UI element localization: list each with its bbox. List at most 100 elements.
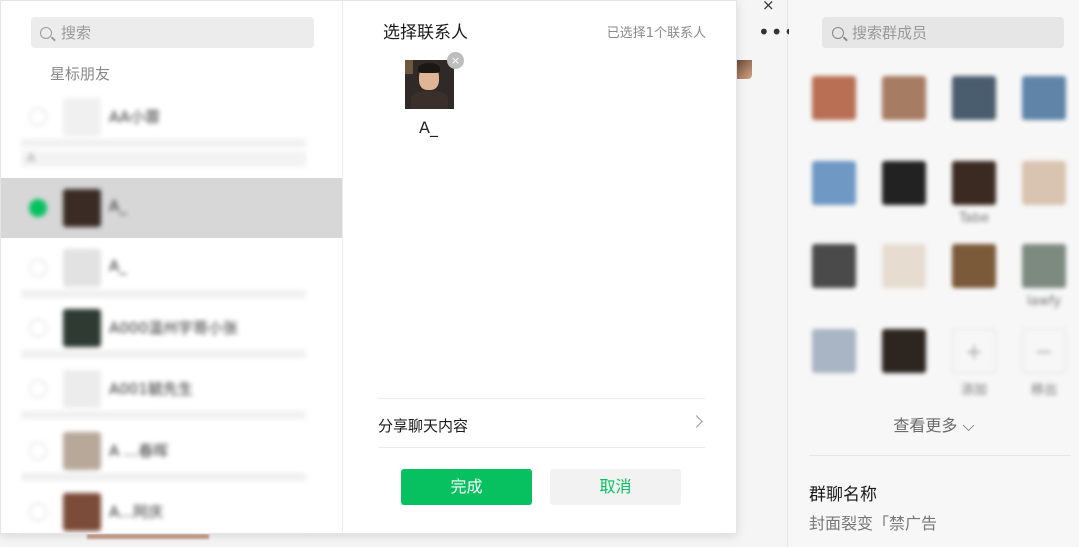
contact-name: A ...春晖: [109, 442, 169, 460]
contact-row[interactable]: A_: [1, 238, 342, 298]
contact-list-pane: 搜索 星标朋友 A AA小蓉 A_ A_ A000温州宇哥小张 A001毓先生 A ...…: [1, 1, 343, 533]
background-chat-window: × •••: [737, 0, 795, 547]
add-member-label: 添加: [960, 383, 987, 398]
contact-row[interactable]: AA小蓉: [1, 87, 342, 147]
chat-image-thumbnail: [737, 60, 752, 79]
avatar: [812, 329, 856, 373]
member-item[interactable]: lawfy: [1011, 240, 1077, 320]
avatar: [63, 493, 101, 531]
avatar: [812, 161, 856, 205]
avatar: [812, 76, 856, 120]
contact-row-content: AA小蓉: [21, 87, 306, 147]
avatar: [952, 76, 996, 120]
contact-row-content: A000温州宇哥小张: [21, 298, 306, 358]
member-item[interactable]: Tabe: [941, 157, 1007, 237]
search-icon: [832, 26, 844, 39]
contact-name: A...阿庆: [109, 503, 164, 521]
member-item[interactable]: [801, 325, 867, 405]
avatar: [952, 161, 996, 205]
avatar: [63, 432, 101, 470]
share-chat-content-row[interactable]: 分享聊天内容: [378, 398, 705, 448]
select-radio[interactable]: [29, 319, 47, 337]
avatar: [952, 244, 996, 288]
member-item[interactable]: [801, 240, 867, 320]
contact-row[interactable]: A001毓先生: [1, 359, 342, 419]
member-name: lawfy: [1026, 294, 1062, 309]
avatar: [63, 309, 101, 347]
select-radio[interactable]: [29, 259, 47, 277]
member-item[interactable]: [871, 157, 937, 237]
search-icon: [40, 26, 52, 39]
selected-count: 已选择1个联系人: [606, 26, 706, 41]
contact-row[interactable]: A ...春晖: [1, 421, 342, 481]
member-name: Tabe: [958, 211, 989, 226]
selected-contact-avatar: [405, 60, 455, 109]
contact-name: A001毓先生: [109, 380, 193, 398]
contact-name: AA小蓉: [109, 108, 160, 126]
avatar: [1022, 76, 1066, 120]
member-item[interactable]: [801, 157, 867, 237]
contact-row-content: A_: [21, 178, 306, 238]
avatar: [882, 161, 926, 205]
dialog-title: 选择联系人: [383, 23, 468, 43]
avatar: [63, 189, 101, 227]
member-item[interactable]: [941, 72, 1007, 152]
avatar: [1022, 244, 1066, 288]
member-item[interactable]: [1011, 157, 1077, 237]
row-separator: [21, 290, 306, 298]
group-info-panel: 搜索群成员 Tabe lawfy + 添加 − 移出 查看更多 ⌵ 群聊名称 封面裂变「禁…: [789, 0, 1079, 547]
select-radio[interactable]: [29, 108, 47, 126]
avatar: [882, 329, 926, 373]
remove-member-button[interactable]: − 移出: [1011, 325, 1077, 405]
contact-row[interactable]: A000温州宇哥小张: [1, 298, 342, 358]
avatar: [1022, 161, 1066, 205]
minus-icon: −: [1034, 340, 1054, 365]
member-item[interactable]: [871, 240, 937, 320]
avatar: [405, 60, 454, 109]
group-name-label: 群聊名称: [809, 485, 877, 505]
avatar: [882, 244, 926, 288]
member-item[interactable]: [801, 72, 867, 152]
member-item[interactable]: [871, 325, 937, 405]
group-name-value[interactable]: 封面裂变「禁广告: [809, 510, 937, 534]
contact-row[interactable]: A_: [1, 178, 342, 238]
contact-row-content: A001毓先生: [21, 359, 306, 419]
member-search-input[interactable]: 搜索群成员: [822, 17, 1064, 48]
selected-contact-name: A_: [419, 118, 438, 137]
contact-name: A_: [109, 257, 127, 275]
row-separator: [21, 473, 306, 481]
avatar: [63, 370, 101, 408]
avatar: [63, 249, 101, 287]
select-radio[interactable]: [29, 503, 47, 521]
member-grid: Tabe lawfy + 添加 − 移出: [801, 72, 1077, 398]
contact-name: A000温州宇哥小张: [109, 319, 238, 337]
select-radio[interactable]: [29, 442, 47, 460]
add-member-button[interactable]: + 添加: [941, 325, 1007, 405]
contact-row[interactable]: A...阿庆: [1, 482, 342, 533]
close-icon[interactable]: ×: [762, 0, 775, 14]
view-more-members-button[interactable]: 查看更多 ⌵: [789, 412, 1079, 436]
section-header: A: [21, 151, 306, 167]
member-item[interactable]: [1011, 72, 1077, 152]
plus-icon: +: [964, 340, 984, 365]
row-separator: [21, 411, 306, 419]
select-radio[interactable]: [29, 199, 47, 217]
divider: [809, 455, 1071, 456]
avatar: [63, 98, 101, 136]
remove-member-label: 移出: [1030, 383, 1057, 398]
member-item[interactable]: [871, 72, 937, 152]
done-button[interactable]: 完成: [401, 469, 532, 505]
chevron-right-icon: [690, 415, 703, 428]
contact-row-content: A_: [21, 238, 306, 298]
contact-row-content: A ...春晖: [21, 421, 306, 481]
contact-search-input[interactable]: 搜索: [31, 17, 314, 48]
member-item[interactable]: [941, 240, 1007, 320]
cancel-button[interactable]: 取消: [550, 469, 681, 505]
chevron-down-icon: ⌵: [962, 416, 975, 435]
contact-row-content: A...阿庆: [21, 482, 306, 533]
select-radio[interactable]: [29, 380, 47, 398]
select-contacts-dialog: 搜索 星标朋友 A AA小蓉 A_ A_ A000温州宇哥小张 A001毓先生 A ...…: [0, 0, 737, 534]
remove-selected-button[interactable]: ×: [447, 52, 464, 69]
contact-name: A_: [109, 197, 127, 215]
avatar: [882, 76, 926, 120]
